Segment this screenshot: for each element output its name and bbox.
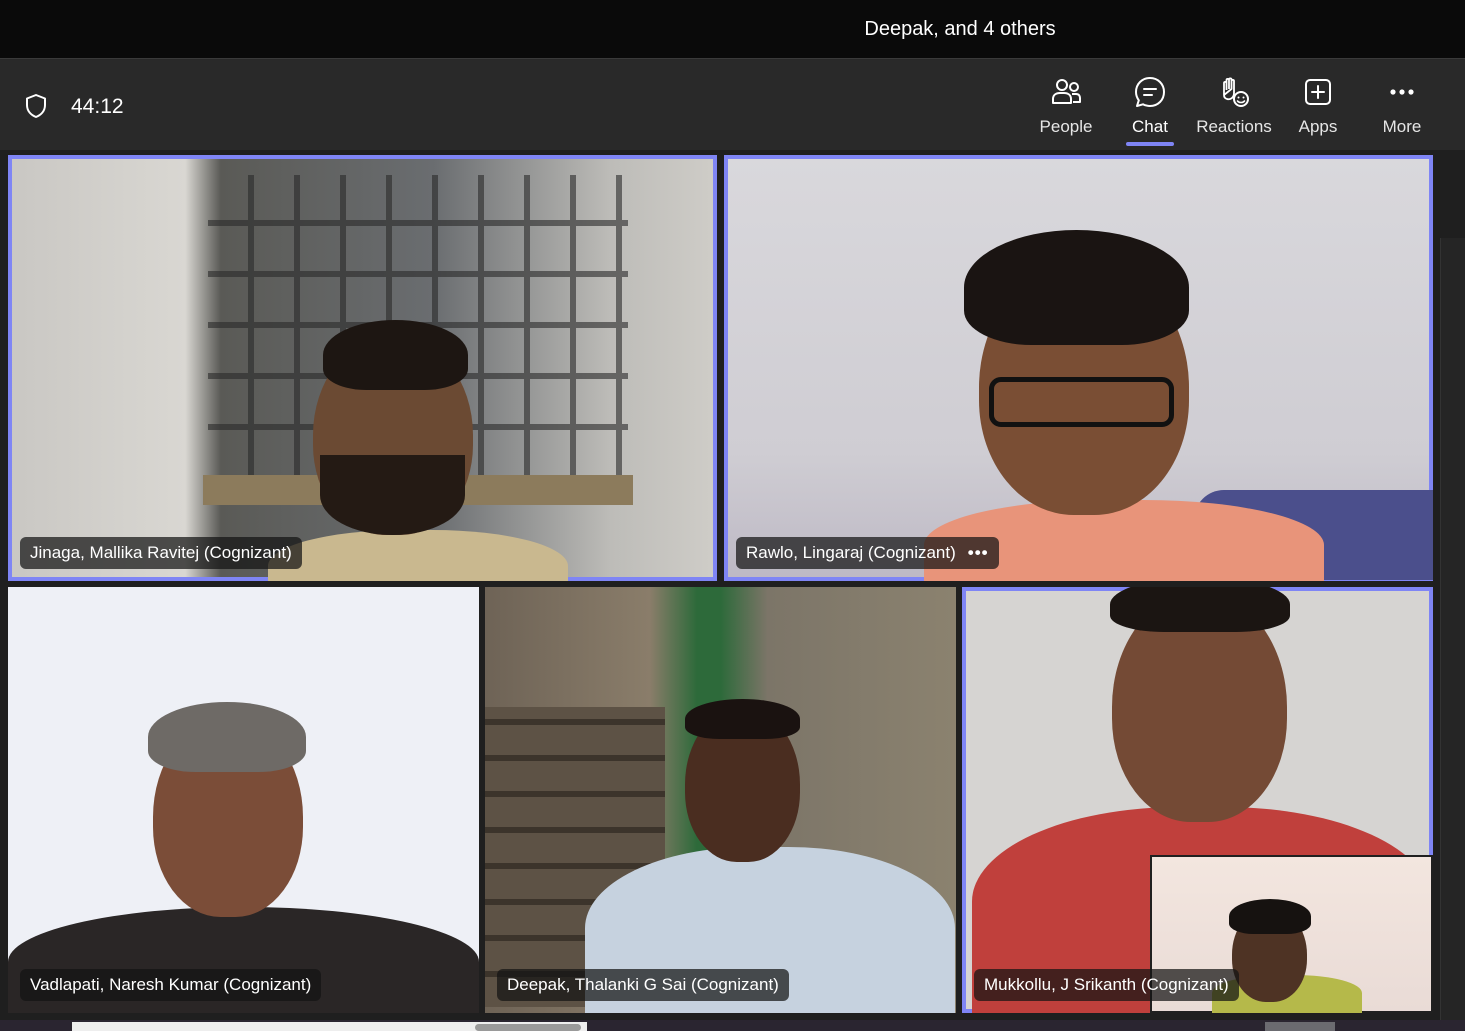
taskbar-handle[interactable] xyxy=(475,1024,581,1031)
participant-video-tile[interactable]: Rawlo, Lingaraj (Cognizant) ••• xyxy=(724,155,1433,581)
apps-label: Apps xyxy=(1298,117,1338,136)
participant-name-tag: Vadlapati, Naresh Kumar (Cognizant) xyxy=(20,969,322,1001)
participant-name-tag: Deepak, Thalanki G Sai (Cognizant) xyxy=(497,969,789,1001)
participant-name: Mukkollu, J Srikanth (Cognizant) xyxy=(984,975,1229,994)
self-view-hair xyxy=(1229,899,1311,934)
participant-name-tag: Mukkollu, J Srikanth (Cognizant) xyxy=(974,969,1239,1001)
person-hair xyxy=(1110,587,1290,632)
more-button[interactable]: More xyxy=(1362,75,1442,145)
participant-video-tile[interactable]: Mukkollu, J Srikanth (Cognizant) xyxy=(962,587,1433,1013)
more-options-icon[interactable]: ••• xyxy=(968,543,989,562)
apps-icon xyxy=(1305,79,1331,105)
person-hair xyxy=(685,699,800,739)
meeting-timer: 44:12 xyxy=(71,95,124,118)
person-hair xyxy=(148,702,306,772)
taskbar-item[interactable] xyxy=(1265,1022,1335,1031)
person-beard xyxy=(320,455,465,535)
chat-button[interactable]: Chat xyxy=(1110,75,1190,145)
participant-video-tile[interactable]: Jinaga, Mallika Ravitej (Cognizant) xyxy=(8,155,717,581)
participant-name-tag: Jinaga, Mallika Ravitej (Cognizant) xyxy=(20,537,302,569)
participant-name: Vadlapati, Naresh Kumar (Cognizant) xyxy=(30,975,312,994)
person-figure xyxy=(268,530,568,581)
more-label: More xyxy=(1382,117,1422,136)
participant-name: Rawlo, Lingaraj (Cognizant) xyxy=(746,543,956,562)
side-panel-edge xyxy=(1440,238,1465,1020)
person-hair xyxy=(964,230,1189,345)
people-icon xyxy=(1052,79,1081,104)
reactions-button[interactable]: Reactions xyxy=(1194,75,1274,145)
shield-icon[interactable] xyxy=(22,92,50,120)
participant-name: Jinaga, Mallika Ravitej (Cognizant) xyxy=(30,543,292,562)
person-hair xyxy=(323,320,468,390)
meeting-title: Deepak, and 4 others xyxy=(864,18,1056,40)
participant-video-tile[interactable]: Vadlapati, Naresh Kumar (Cognizant) xyxy=(8,587,479,1013)
person-glasses xyxy=(989,377,1174,427)
participant-video-tile[interactable]: Deepak, Thalanki G Sai (Cognizant) xyxy=(485,587,956,1013)
apps-button[interactable]: Apps xyxy=(1278,75,1358,145)
people-label: People xyxy=(1039,117,1093,136)
chat-label: Chat xyxy=(1132,117,1168,136)
people-button[interactable]: People xyxy=(1026,75,1106,145)
participant-name-tag: Rawlo, Lingaraj (Cognizant) ••• xyxy=(736,537,999,569)
video-gallery: Jinaga, Mallika Ravitej (Cognizant) Rawl… xyxy=(0,150,1465,1020)
chat-icon xyxy=(1135,77,1165,107)
reactions-icon xyxy=(1223,77,1249,107)
more-icon xyxy=(1390,89,1414,95)
taskbar-strip xyxy=(0,1020,1465,1031)
meeting-toolbar: 44:12 People Chat Reactions Apps More xyxy=(0,58,1465,151)
title-bar: Deepak, and 4 others xyxy=(0,0,1465,58)
active-tab-indicator xyxy=(1126,142,1174,146)
participant-name: Deepak, Thalanki G Sai (Cognizant) xyxy=(507,975,779,994)
reactions-label: Reactions xyxy=(1196,117,1272,136)
